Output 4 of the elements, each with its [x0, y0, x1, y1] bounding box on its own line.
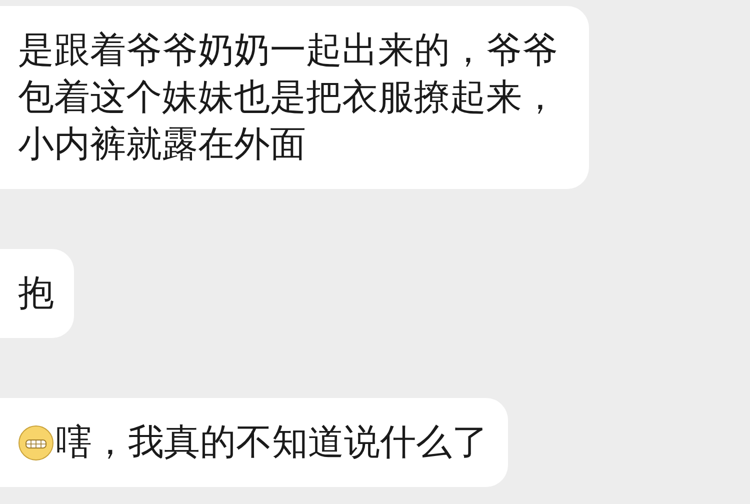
message-text: 是跟着爷爷奶奶一起出来的，爷爷包着这个妹妹也是把衣服撩起来，小内裤就露在外面 [18, 29, 559, 167]
message-text: 抱 [18, 272, 54, 316]
emoji-icon [18, 424, 54, 460]
message-text: 嗐，我真的不知道说什么了 [56, 421, 488, 465]
